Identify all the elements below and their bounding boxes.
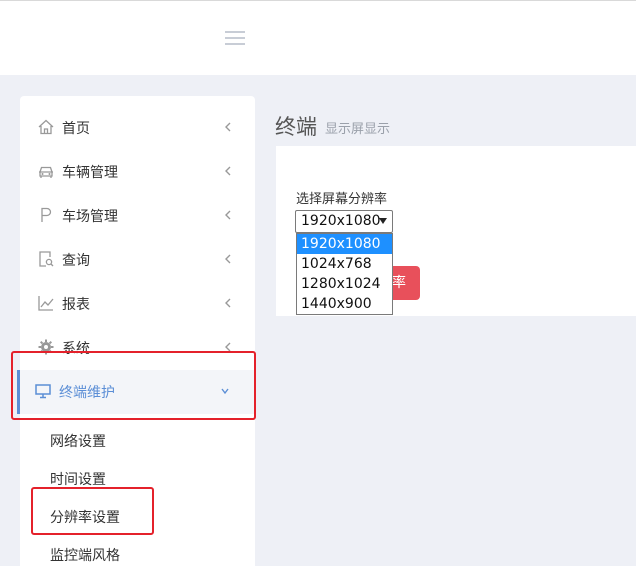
- select-value: 1920x1080: [301, 213, 381, 229]
- menu-toggle-icon[interactable]: [225, 31, 245, 45]
- subitem-time-settings[interactable]: 时间设置: [50, 469, 106, 489]
- option-1920x1080[interactable]: 1920x1080: [297, 234, 392, 254]
- page-subtitle: 显示屏显示: [325, 122, 391, 137]
- dropdown-arrow-icon: [379, 218, 387, 224]
- search-document-icon: [37, 250, 55, 268]
- sidebar-item-vehicles[interactable]: 车辆管理: [20, 150, 255, 194]
- option-1440x900[interactable]: 1440x900: [297, 294, 392, 314]
- parking-icon: [37, 206, 55, 224]
- chevron-left-icon: [223, 296, 233, 310]
- resolution-label: 选择屏幕分辨率: [296, 192, 388, 207]
- chevron-left-icon: [223, 208, 233, 222]
- sidebar-item-query[interactable]: 查询: [20, 238, 255, 282]
- sidebar-item-parking[interactable]: 车场管理: [20, 194, 255, 238]
- sidebar-item-label: 查询: [62, 253, 90, 269]
- option-1280x1024[interactable]: 1280x1024: [297, 274, 392, 294]
- page-title: 终端: [275, 115, 317, 139]
- resolution-dropdown-list: 1920x1080 1024x768 1280x1024 1440x900: [296, 233, 393, 315]
- subitem-monitor-style[interactable]: 监控端风格: [50, 545, 120, 565]
- highlight-box-resolution: [31, 487, 154, 535]
- car-icon: [37, 162, 55, 180]
- sidebar-item-label: 报表: [62, 297, 90, 313]
- sidebar-item-label: 首页: [62, 121, 90, 137]
- highlight-box-terminal: [11, 351, 256, 420]
- chevron-left-icon: [223, 120, 233, 134]
- button-label: 率: [392, 275, 406, 291]
- sidebar-item-label: 车辆管理: [62, 165, 118, 181]
- home-icon: [37, 118, 55, 136]
- subitem-network-settings[interactable]: 网络设置: [50, 431, 106, 451]
- sidebar-item-home[interactable]: 首页: [20, 106, 255, 150]
- top-header: [0, 0, 636, 75]
- chevron-left-icon: [223, 252, 233, 266]
- chevron-left-icon: [223, 164, 233, 178]
- option-1024x768[interactable]: 1024x768: [297, 254, 392, 274]
- resolution-select[interactable]: 1920x1080: [295, 210, 393, 233]
- sidebar-item-reports[interactable]: 报表: [20, 282, 255, 326]
- sidebar-item-label: 车场管理: [62, 209, 118, 225]
- line-chart-icon: [37, 294, 55, 312]
